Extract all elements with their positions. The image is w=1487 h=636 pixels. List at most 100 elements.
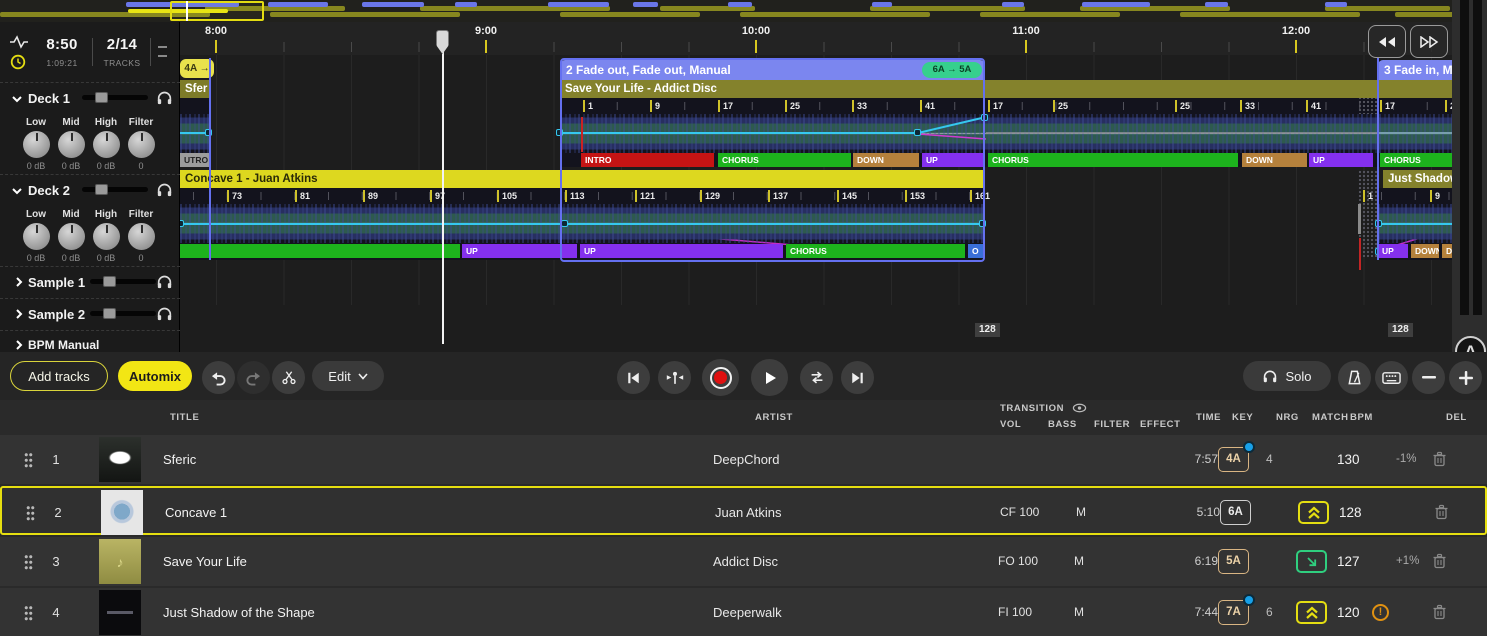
headphones-icon[interactable] [156, 274, 173, 289]
skip-to-start-button[interactable] [617, 361, 650, 394]
deck2-volume-slider[interactable] [82, 187, 148, 192]
drag-handle[interactable] [24, 554, 33, 570]
deck1-header[interactable]: Deck 1 [0, 84, 180, 112]
deck2-header[interactable]: Deck 2 [0, 176, 180, 204]
volume-automation-line[interactable] [560, 132, 918, 134]
track3-title-bar[interactable]: Save Your Life - Addict Disc [560, 80, 1452, 98]
solo-button[interactable]: Solo [1243, 361, 1331, 391]
transition-bass[interactable]: M [1076, 488, 1086, 537]
drag-handle[interactable] [26, 505, 35, 521]
match-badge-up[interactable] [1298, 501, 1329, 524]
key-badge[interactable]: 5A [1218, 549, 1249, 574]
match-badge-down[interactable] [1296, 550, 1327, 573]
track-bpm[interactable]: 130 [1337, 435, 1360, 484]
headphones-icon[interactable] [156, 182, 173, 197]
track-row-3[interactable]: 3 ♪ Save Your Life Addict Disc FO 100 M … [0, 537, 1487, 586]
beat-number: 89 [363, 190, 378, 202]
track-bpm[interactable]: 128 [1339, 488, 1362, 537]
redo-button[interactable] [237, 361, 270, 394]
transition-bass[interactable]: M [1074, 588, 1084, 636]
sample1-header[interactable]: Sample 1 [0, 268, 180, 296]
volume-automation-line[interactable] [180, 223, 985, 225]
transition-vol[interactable]: CF 100 [1000, 488, 1039, 537]
transition-vol[interactable]: FI 100 [998, 588, 1032, 636]
headphones-icon[interactable] [156, 90, 173, 105]
automation-point[interactable] [180, 220, 184, 227]
jump-forward-button[interactable] [1410, 25, 1448, 58]
key-notification-dot [1243, 441, 1255, 453]
transition3-clip-header[interactable]: 3 Fade in, M [1378, 60, 1452, 80]
delete-track-button[interactable] [1434, 504, 1450, 521]
transition-bass[interactable]: M [1074, 537, 1084, 586]
locate-playhead-button[interactable] [658, 361, 691, 394]
automation-point[interactable] [979, 220, 986, 227]
cut-button[interactable] [272, 361, 305, 394]
metronome-button[interactable] [1338, 361, 1371, 394]
record-button[interactable] [702, 359, 739, 396]
timeline-minimap[interactable] [0, 0, 1487, 22]
automix-button[interactable]: Automix [118, 361, 192, 391]
track1-title-bar[interactable]: Sfer [180, 80, 211, 98]
headphones-icon[interactable] [156, 306, 173, 321]
transition-vol[interactable]: FO 100 [998, 537, 1038, 586]
keyboard-shortcuts-button[interactable] [1375, 361, 1408, 394]
drag-handle[interactable] [24, 452, 33, 468]
chevron-down-icon [11, 185, 23, 197]
loop-button[interactable] [800, 361, 833, 394]
key-badge[interactable]: 6A [1220, 500, 1251, 525]
add-tracks-button[interactable]: Add tracks [10, 361, 108, 391]
automation-point[interactable] [914, 129, 921, 136]
automation-point[interactable] [981, 114, 988, 121]
time-ruler[interactable]: 8:00 9:00 10:00 11:00 12:00 [180, 22, 1452, 55]
track-row-2-selected[interactable]: 2 Concave 1 Juan Atkins CF 100 M 5:10 6A… [0, 486, 1487, 535]
volume-automation-line[interactable] [1378, 132, 1452, 134]
eye-icon[interactable] [1072, 403, 1087, 413]
track-row-1[interactable]: 1 Sferic DeepChord 7:57 4A 4 130 -1% [0, 435, 1487, 484]
volume-automation-line[interactable] [1378, 223, 1452, 225]
arrangement-timeline[interactable]: 8:00 9:00 10:00 11:00 12:00 2 Fade out, … [180, 22, 1452, 352]
section-up: UP [580, 244, 783, 258]
add-tracks-label: Add tracks [28, 369, 89, 384]
play-button[interactable] [751, 359, 788, 396]
deck1-low-knob[interactable] [23, 131, 50, 158]
stats-menu-button[interactable] [158, 42, 172, 62]
undo-button[interactable] [202, 361, 235, 394]
deck1-volume-slider[interactable] [82, 95, 148, 100]
automation-point[interactable] [561, 220, 568, 227]
match-badge-up[interactable] [1296, 601, 1327, 624]
deck2-mid-knob[interactable] [58, 223, 85, 250]
delete-track-button[interactable] [1432, 553, 1448, 570]
bpm-marker[interactable]: 128 [1388, 323, 1413, 337]
playhead[interactable] [442, 30, 444, 344]
deck1-mid-knob[interactable] [58, 131, 85, 158]
delete-track-button[interactable] [1432, 604, 1448, 621]
zoom-in-button[interactable] [1449, 361, 1482, 394]
beat-number: 25 [785, 100, 800, 112]
chevron-right-icon [13, 308, 25, 320]
beat-number: 105 [497, 190, 517, 202]
automation-point[interactable] [556, 129, 563, 136]
zoom-out-button[interactable] [1412, 361, 1445, 394]
minimap-viewport[interactable] [170, 1, 264, 21]
edit-menu-button[interactable]: Edit [312, 361, 384, 391]
deck1-filter-knob[interactable] [128, 131, 155, 158]
deck1-high-knob[interactable] [93, 131, 120, 158]
minimap-transition-bar [268, 2, 328, 7]
sample2-volume-slider[interactable] [90, 311, 156, 316]
vertical-scrollbar[interactable] [1452, 0, 1487, 352]
track-row-4[interactable]: 4 Just Shadow of the Shape Deeperwalk FI… [0, 588, 1487, 636]
track2-title-bar[interactable]: Concave 1 - Juan Atkins [180, 170, 985, 188]
jump-back-button[interactable] [1368, 25, 1406, 58]
bpm-marker[interactable]: 128 [975, 323, 1000, 337]
deck2-high-knob[interactable] [93, 223, 120, 250]
sample1-volume-slider[interactable] [90, 279, 156, 284]
track-bpm[interactable]: 120 [1337, 588, 1360, 636]
skip-to-end-button[interactable] [841, 361, 874, 394]
drag-handle[interactable] [24, 605, 33, 621]
deck2-filter-knob[interactable] [128, 223, 155, 250]
delete-track-button[interactable] [1432, 451, 1448, 468]
sample2-header[interactable]: Sample 2 [0, 300, 180, 328]
track4-title-bar[interactable]: Just Shadow [1383, 170, 1452, 188]
track-bpm[interactable]: 127 [1337, 537, 1360, 586]
deck2-low-knob[interactable] [23, 223, 50, 250]
